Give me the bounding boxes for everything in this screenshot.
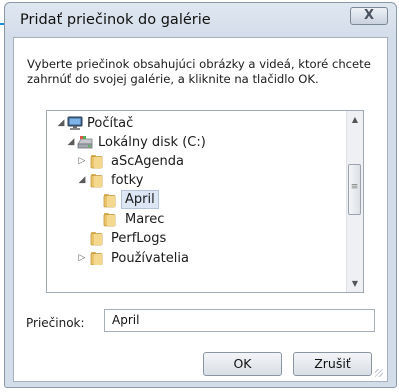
folder-icon — [90, 155, 103, 169]
ok-button[interactable]: OK — [203, 352, 282, 376]
instruction-text: Vyberte priečinok obsahujúci obrázky a v… — [27, 57, 371, 86]
tree-item-label: Používatelia — [111, 251, 189, 265]
close-button[interactable]: X — [350, 7, 388, 25]
collapse-icon[interactable]: ◢ — [66, 133, 76, 152]
dialog-content: Vyberte priečinok obsahujúci obrázky a v… — [13, 37, 388, 382]
folder-icon — [103, 213, 116, 227]
tree-item-marec[interactable]: Marec — [47, 210, 343, 229]
tree-item-pouzivatelia[interactable]: ▷ Používatelia — [47, 249, 343, 265]
folder-icon — [90, 252, 103, 265]
scroll-down-icon[interactable]: ▼ — [347, 275, 363, 292]
window-title: Pridať priečinok do galérie — [20, 12, 211, 28]
tree-item-label: Lokálny disk (C:) — [98, 135, 206, 150]
folder-icon — [103, 194, 116, 208]
collapse-icon[interactable]: ◢ — [77, 171, 87, 190]
tree-item-ascagenda[interactable]: ▷ aScAgenda — [47, 152, 343, 171]
tree-item-local-disk[interactable]: ◢ Lokálny disk (C:) — [47, 133, 343, 152]
tree-item-april[interactable]: April — [47, 190, 343, 210]
collapse-icon[interactable]: ◢ — [56, 114, 66, 133]
tree-item-label: aScAgenda — [111, 154, 184, 169]
resize-grip-icon[interactable] — [375, 369, 383, 377]
folder-field[interactable]: April — [104, 309, 375, 332]
folder-icon — [90, 232, 103, 246]
tree-item-label: Počítač — [87, 116, 134, 131]
scroll-thumb[interactable]: ≡ — [348, 164, 361, 215]
dialog-window: Pridať priečinok do galérie X Vyberte pr… — [4, 2, 397, 388]
folder-icon — [90, 174, 103, 188]
close-icon: X — [363, 8, 375, 23]
folder-tree[interactable]: ◢ Počítač ◢ Lokálny disk (C:) ▷ aScAgend… — [46, 110, 364, 293]
expand-icon[interactable]: ▷ — [77, 152, 87, 171]
grip-icon: ≡ — [350, 182, 359, 192]
cancel-button[interactable]: Zrušiť — [293, 352, 372, 376]
drive-icon — [77, 136, 93, 149]
scroll-up-icon[interactable]: ▲ — [347, 111, 363, 128]
expand-icon[interactable]: ▷ — [77, 249, 87, 265]
tree-item-label: Marec — [125, 212, 165, 227]
tree-item-label: fotky — [111, 173, 144, 188]
computer-icon — [67, 116, 83, 130]
tree-item-label: April — [121, 190, 159, 209]
tree-item-label: PerfLogs — [111, 231, 167, 246]
folder-field-label: Priečinok: — [26, 316, 85, 330]
tree-scrollbar[interactable]: ▲ ≡ ▼ — [346, 111, 363, 292]
tree-item-pocitac[interactable]: ◢ Počítač — [47, 114, 343, 133]
tree-item-perflogs[interactable]: PerfLogs — [47, 229, 343, 248]
tree-item-fotky[interactable]: ◢ fotky — [47, 171, 343, 190]
